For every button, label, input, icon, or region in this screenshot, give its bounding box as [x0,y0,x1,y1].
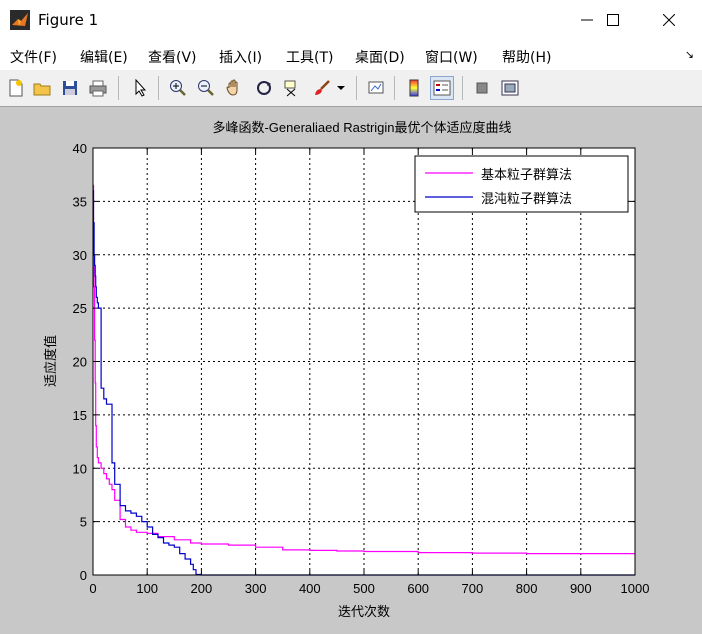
close-button[interactable] [646,0,692,40]
show-plot-tools-button[interactable] [498,76,522,100]
show-plot-tools-icon [501,80,519,96]
close-icon [663,14,675,26]
maximize-icon [607,14,619,26]
data-cursor-button[interactable] [280,76,304,100]
data-cursor-icon [284,80,296,97]
legend-button[interactable] [430,76,454,100]
y-tick-label: 0 [80,568,87,583]
x-tick-label: 600 [407,581,429,596]
menu-insert[interactable]: 插入(I) [219,47,262,67]
rotate-button[interactable] [252,76,276,100]
new-figure-icon [9,79,23,97]
zoom-in-icon [170,80,186,96]
y-tick-label: 5 [80,515,87,530]
toolbar-separator [394,76,395,100]
x-tick-label: 1000 [621,581,650,596]
legend-label: 基本粒子群算法 [481,167,572,182]
colorbar-button[interactable] [402,76,426,100]
brush-button[interactable] [310,76,334,100]
x-tick-label: 500 [353,581,375,596]
select-arrow-icon [135,79,147,97]
y-tick-label: 40 [73,141,87,156]
link-plot-button[interactable] [364,76,388,100]
y-tick-label: 20 [73,355,87,370]
menu-desktop[interactable]: 桌面(D) [355,47,405,67]
toolbar [0,70,702,107]
window-title: Figure 1 [38,11,99,29]
x-axis-label: 迭代次数 [338,604,390,619]
select-button[interactable] [128,76,152,100]
open-file-icon [33,83,51,96]
brush-dropdown-icon [337,86,345,90]
pan-hand-icon [226,79,238,96]
toolbar-separator [356,76,357,100]
menu-overflow-icon[interactable]: ↘ [685,48,694,61]
colorbar-icon [409,79,419,97]
menu-file[interactable]: 文件(F) [10,47,57,67]
menu-tools[interactable]: 工具(T) [286,47,333,67]
figure-window: Figure 1 文件(F) 编辑(E) 查看(V) 插入(I) 工具(T) 桌… [0,0,702,634]
title-bar: Figure 1 [0,0,702,40]
menu-bar: 文件(F) 编辑(E) 查看(V) 插入(I) 工具(T) 桌面(D) 窗口(W… [0,40,702,70]
zoom-in-button[interactable] [166,76,190,100]
menu-help[interactable]: 帮助(H) [502,47,551,67]
y-axis-label: 适应度值 [43,335,58,387]
save-button[interactable] [58,76,82,100]
chart-title: 多峰函数-Generaliaed Rastrigin最优个体适应度曲线 [212,120,511,135]
zoom-out-icon [198,80,214,96]
x-tick-label: 0 [89,581,96,596]
x-tick-label: 400 [299,581,321,596]
x-tick-label: 300 [245,581,267,596]
rotate-3d-icon [257,81,271,95]
y-tick-label: 10 [73,461,87,476]
brush-icon [315,80,330,95]
x-tick-label: 700 [462,581,484,596]
pan-button[interactable] [222,76,246,100]
open-file-button[interactable] [30,76,54,100]
x-tick-label: 900 [570,581,592,596]
print-button[interactable] [86,76,110,100]
toolbar-separator [462,76,463,100]
menu-edit[interactable]: 编辑(E) [80,47,128,67]
y-tick-label: 30 [73,248,87,263]
y-tick-label: 25 [73,301,87,316]
x-tick-label: 800 [516,581,538,596]
y-tick-label: 15 [73,408,87,423]
hide-plot-tools-button[interactable] [470,76,494,100]
save-icon [63,81,77,95]
link-plot-icon [368,81,384,94]
zoom-out-button[interactable] [194,76,218,100]
hide-plot-tools-icon [476,82,488,94]
print-icon [89,80,107,97]
new-figure-button[interactable] [4,76,28,100]
y-tick-label: 35 [73,194,87,209]
legend-label: 混沌粒子群算法 [481,191,572,206]
maximize-button[interactable] [590,0,636,40]
x-tick-label: 100 [136,581,158,596]
x-tick-label: 200 [191,581,213,596]
menu-view[interactable]: 查看(V) [148,47,197,67]
toolbar-separator [158,76,159,100]
brush-dropdown-button[interactable] [334,76,348,100]
matlab-logo-icon [10,10,30,30]
menu-window[interactable]: 窗口(W) [425,47,478,67]
legend[interactable]: 基本粒子群算法混沌粒子群算法 [414,155,629,213]
legend-icon [433,80,451,96]
toolbar-separator [118,76,119,100]
chart-canvas: 多峰函数-Generaliaed Rastrigin最优个体适应度曲线 0 100… [43,120,650,619]
